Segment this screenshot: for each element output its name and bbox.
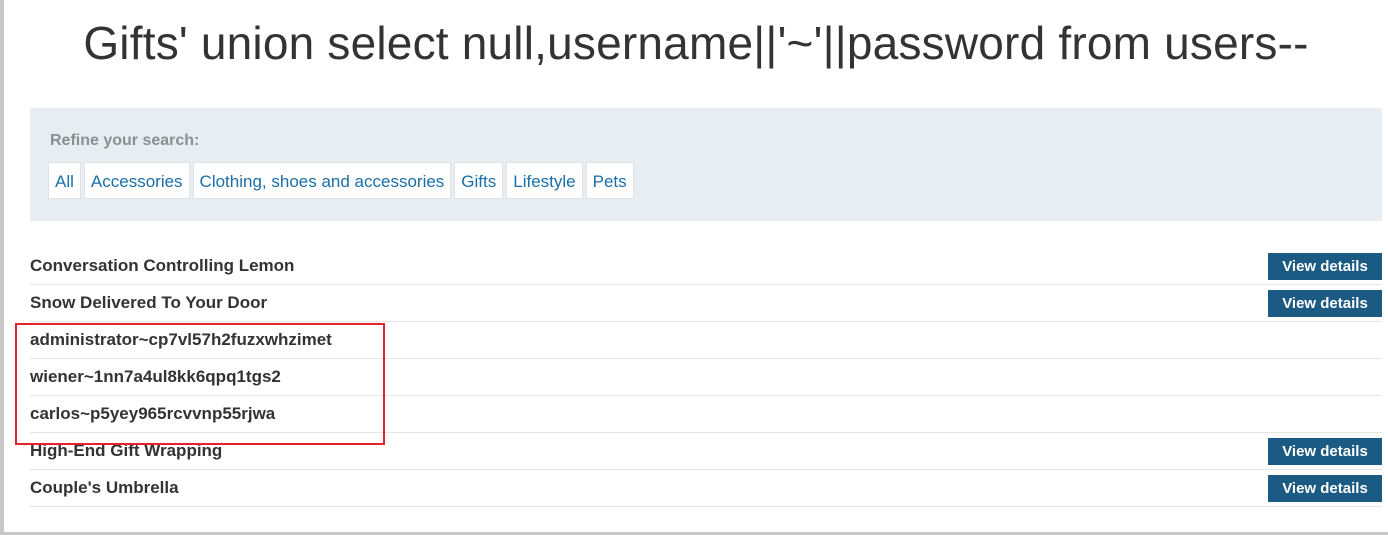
product-name: High-End Gift Wrapping bbox=[30, 441, 223, 460]
page-title: Gifts' union select null,username||'~'||… bbox=[83, 17, 1309, 69]
view-details-button[interactable]: View details bbox=[1268, 290, 1382, 317]
table-row: administrator~cp7vl57h2fuzxwhzimet bbox=[30, 322, 1382, 359]
view-details-button[interactable]: View details bbox=[1268, 438, 1382, 465]
product-name: Snow Delivered To Your Door bbox=[30, 293, 268, 312]
filter-list: All Accessories Clothing, shoes and acce… bbox=[48, 162, 634, 199]
table-row: Snow Delivered To Your Door View details bbox=[30, 285, 1382, 322]
results-table: Conversation Controlling Lemon View deta… bbox=[30, 248, 1382, 507]
leaked-credential: carlos~p5yey965rcvvnp55rjwa bbox=[30, 404, 276, 423]
view-details-button[interactable]: View details bbox=[1268, 253, 1382, 280]
filter-heading: Refine your search: bbox=[50, 132, 200, 149]
product-name: Couple's Umbrella bbox=[30, 478, 179, 497]
filter-link-pets[interactable]: Pets bbox=[585, 162, 634, 199]
page: Gifts' union select null,username||'~'||… bbox=[0, 0, 1388, 535]
view-details-button[interactable]: View details bbox=[1268, 475, 1382, 502]
product-name: Conversation Controlling Lemon bbox=[30, 256, 295, 275]
filter-link-lifestyle[interactable]: Lifestyle bbox=[506, 162, 583, 199]
filter-panel: Refine your search: All Accessories Clot… bbox=[30, 108, 1382, 221]
table-row: wiener~1nn7a4ul8kk6qpq1tgs2 bbox=[30, 359, 1382, 396]
filter-link-all[interactable]: All bbox=[48, 162, 81, 199]
table-row: Conversation Controlling Lemon View deta… bbox=[30, 248, 1382, 285]
leaked-credential: administrator~cp7vl57h2fuzxwhzimet bbox=[30, 330, 332, 349]
filter-link-accessories[interactable]: Accessories bbox=[83, 162, 190, 199]
table-row: High-End Gift Wrapping View details bbox=[30, 433, 1382, 470]
leaked-credential: wiener~1nn7a4ul8kk6qpq1tgs2 bbox=[30, 367, 281, 386]
table-row: carlos~p5yey965rcvvnp55rjwa bbox=[30, 396, 1382, 433]
filter-link-gifts[interactable]: Gifts bbox=[454, 162, 504, 199]
filter-link-clothing[interactable]: Clothing, shoes and accessories bbox=[192, 162, 452, 199]
table-row: Couple's Umbrella View details bbox=[30, 470, 1382, 507]
